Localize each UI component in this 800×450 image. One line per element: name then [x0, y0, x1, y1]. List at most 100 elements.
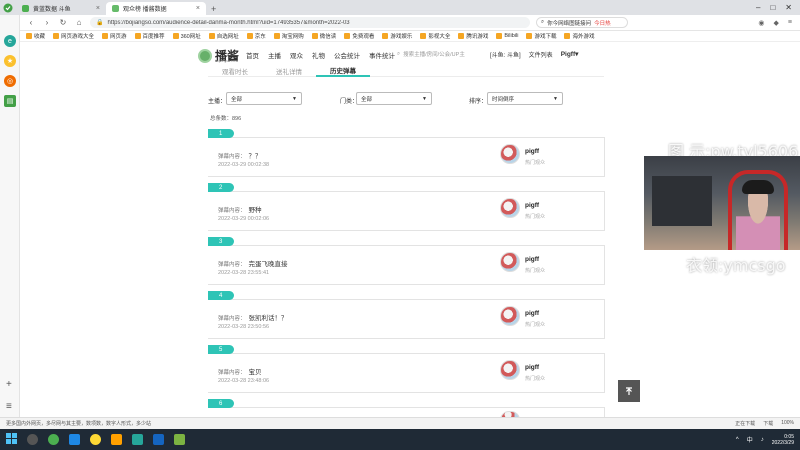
site-logo[interactable]: 播酱 bojiangso.com	[198, 47, 239, 64]
danmaku-content: 弹幕内容：？？	[218, 150, 262, 160]
download-status[interactable]: 正在下载	[735, 420, 755, 427]
download-link[interactable]: 下载	[763, 420, 773, 427]
danmaku-content: 弹幕内容： 宝贝	[218, 366, 262, 376]
nav-item-audience[interactable]: 观众	[290, 50, 303, 60]
wallet-icon[interactable]: ▤	[4, 95, 16, 107]
steam-icon[interactable]	[153, 434, 164, 445]
close-icon[interactable]: ×	[196, 5, 200, 12]
browser-logo-icon[interactable]	[0, 0, 16, 15]
bookmark-item[interactable]: 腾讯游戏	[458, 32, 488, 40]
bookmark-item[interactable]: 百度推荐	[134, 32, 165, 40]
user-role: 热门观众	[525, 160, 546, 166]
zoom-level[interactable]: 100%	[781, 420, 794, 427]
search-icon[interactable]	[27, 434, 38, 445]
total-count: 总条数：896	[210, 116, 242, 122]
bookmark-item[interactable]: 京东	[246, 32, 266, 40]
browser-search-input[interactable]: ⌕ 你今网络图链接问 今日热	[536, 17, 628, 28]
user-name[interactable]: pigff	[525, 256, 539, 263]
menu-icon[interactable]: ≡	[788, 19, 792, 26]
nvidia-icon[interactable]	[174, 434, 185, 445]
bookmark-item[interactable]: 海外游戏	[564, 32, 594, 40]
back-to-top-button[interactable]	[618, 380, 640, 402]
tab-watch-time[interactable]: 观看时长	[208, 65, 262, 77]
forward-icon[interactable]: ›	[42, 18, 52, 27]
avatar[interactable]	[500, 252, 520, 272]
browser-tab-2[interactable]: 观众榜 播酱数据 ×	[106, 2, 206, 15]
maximize-icon[interactable]: □	[770, 3, 775, 12]
avatar[interactable]	[500, 306, 520, 326]
tray-chevron-icon[interactable]: ^	[736, 437, 739, 443]
bookmark-item[interactable]: 360网址	[172, 32, 201, 40]
tab-gift-detail[interactable]: 送礼详情	[262, 65, 316, 77]
user-name[interactable]: pigff	[525, 202, 539, 209]
sort-filter-select[interactable]: 时间倒序 ▼	[487, 92, 563, 105]
list-item: 弹幕内容： 野种 2022-03-29 00:02:06 pigff 热门观众 2	[208, 183, 605, 231]
bookmark-item[interactable]: 游戏下载	[526, 32, 556, 40]
avatar[interactable]	[500, 198, 520, 218]
bookmark-item[interactable]: 收藏	[26, 32, 45, 40]
windows-start-icon[interactable]	[6, 433, 17, 446]
avatar[interactable]	[500, 144, 520, 164]
wechat-icon[interactable]	[48, 434, 59, 445]
overlay-bottom-text: 衣领:ymcsgo	[686, 256, 786, 275]
bookmark-item[interactable]: 网页游	[102, 32, 127, 40]
platform-link[interactable]: [斗鱼: 斗鱼]	[490, 50, 521, 59]
system-tray: ^ 中 ♪ 0:05 2022/3/29	[736, 434, 794, 446]
clock[interactable]: 0:05 2022/3/29	[772, 434, 794, 446]
url-input[interactable]: 🔒 https://bojiangso.com/audience-detail-…	[90, 17, 530, 28]
menu-icon[interactable]: ≡	[6, 401, 12, 412]
user-name[interactable]: pigff	[525, 364, 539, 371]
danmaku-content: 弹幕内容： 张凯利话！？	[218, 312, 288, 322]
bookmark-item[interactable]: Bilibili	[496, 33, 518, 39]
close-window-icon[interactable]: ✕	[785, 3, 792, 12]
shield-icon[interactable]: ◆	[774, 19, 779, 27]
bookmark-item[interactable]: 微信读	[311, 32, 336, 40]
nav-item-hosts[interactable]: 主播	[268, 50, 281, 60]
logo-subtext: bojiangso.com	[215, 59, 238, 63]
search-icon: ⌕	[541, 19, 545, 25]
close-icon[interactable]: ×	[96, 5, 100, 12]
bookmark-item[interactable]: 影视大全	[420, 32, 450, 40]
host-filter-select[interactable]: 全部 ▼	[226, 92, 302, 105]
minimize-icon[interactable]: –	[756, 3, 760, 12]
reload-icon[interactable]: ↻	[58, 18, 68, 27]
nav-item-events[interactable]: 事件统计	[369, 50, 395, 60]
avatar[interactable]	[500, 360, 520, 380]
volume-icon[interactable]: ♪	[761, 437, 764, 443]
qq-icon[interactable]	[90, 434, 101, 445]
bookmark-item[interactable]: 游戏娱乐	[382, 32, 412, 40]
bookmark-item[interactable]: 网页游戏大全	[53, 32, 94, 40]
back-icon[interactable]: ‹	[26, 18, 36, 27]
list-item-card: 弹幕内容： 宝贝 2022-03-28 23:48:06 pigff 热门观众	[208, 353, 605, 393]
user-name[interactable]: pigff	[525, 310, 539, 317]
bookmark-item[interactable]: 免费观看	[344, 32, 374, 40]
site-search-input[interactable]: ⌕ 搜索主播/房间/公会/UP主	[397, 49, 479, 59]
app-icon[interactable]	[111, 434, 122, 445]
bookmark-item[interactable]: 淘宝网购	[273, 32, 304, 40]
tab-danmaku-history[interactable]: 历史弹幕	[316, 65, 370, 77]
user-role: 热门观众	[525, 322, 546, 328]
browser-active-icon[interactable]	[132, 434, 143, 445]
ime-indicator[interactable]: 中	[747, 435, 753, 444]
user-name[interactable]: pigff	[525, 148, 539, 155]
nav-item-home[interactable]: 首页	[246, 50, 259, 60]
caret-down-icon: ▼	[422, 95, 427, 102]
new-tab-icon[interactable]: +	[206, 2, 221, 15]
add-icon[interactable]: +	[6, 379, 12, 390]
browser-app-icon[interactable]	[69, 434, 80, 445]
home-icon[interactable]: ⌂	[74, 18, 84, 27]
url-text: https://bojiangso.com/audience-detail-da…	[107, 19, 350, 26]
browser-tab-1[interactable]: 黄蓝数据 斗鱼 ×	[16, 2, 106, 15]
file-list-link[interactable]: 文件列表	[529, 50, 553, 59]
browser-tab-label: 黄蓝数据 斗鱼	[33, 7, 71, 13]
extension-icon[interactable]: ◉	[758, 19, 764, 27]
room-filter-select[interactable]: 全部 ▼	[356, 92, 432, 105]
star-icon[interactable]: ★	[4, 55, 16, 67]
list-item: 弹幕内容： 张凯利话！？ 2022-03-28 23:50:56 pigff 热门…	[208, 291, 605, 339]
sidebar-app-icon[interactable]: e	[4, 35, 16, 47]
user-menu[interactable]: Pigff▾	[561, 50, 579, 59]
bookmark-item[interactable]: 自选网址	[208, 32, 239, 40]
nav-item-guild[interactable]: 公会统计	[334, 50, 360, 60]
nav-item-gifts[interactable]: 礼物	[312, 50, 325, 60]
weibo-icon[interactable]: ◎	[4, 75, 16, 87]
